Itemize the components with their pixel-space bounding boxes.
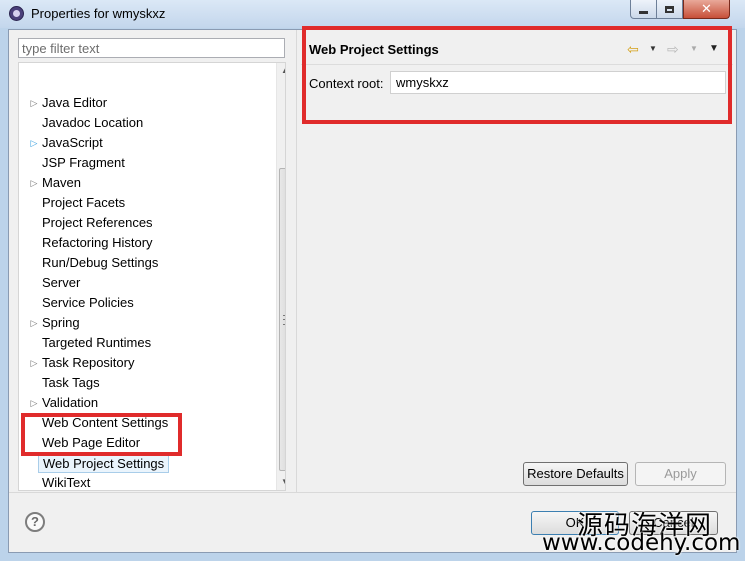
expand-arrow-icon[interactable]: ▷ (29, 353, 39, 373)
window-title: Properties for wmyskxz (31, 6, 166, 21)
scroll-thumb[interactable] (279, 168, 285, 471)
scroll-up-arrow-icon[interactable]: ▲ (277, 63, 285, 79)
help-icon[interactable]: ? (25, 512, 45, 532)
close-icon: ✕ (701, 1, 712, 16)
tree-item[interactable]: JSP Fragment (19, 153, 269, 173)
tree-item[interactable]: Service Policies (19, 293, 269, 313)
restore-defaults-button[interactable]: Restore Defaults (523, 462, 628, 486)
tree-item[interactable]: ▷ Validation (19, 393, 269, 413)
tree-item[interactable]: ▷ Java Editor (19, 93, 269, 113)
tree-item-label: Run/Debug Settings (42, 255, 159, 270)
maximize-button[interactable] (656, 0, 683, 19)
tree-item[interactable]: Javadoc Location (19, 113, 269, 133)
tree-item[interactable]: Run/Debug Settings (19, 253, 269, 273)
grip-icon (283, 315, 285, 325)
highlight-box-page (302, 26, 732, 124)
expand-arrow-icon[interactable]: ▷ (29, 173, 39, 193)
maximize-icon (665, 5, 674, 13)
minimize-button[interactable] (630, 0, 657, 19)
tree-item-label: Server (42, 275, 81, 290)
tree-item[interactable]: WikiText (19, 473, 269, 490)
tree-item-label: Task Repository (42, 355, 135, 370)
tree-item-label: Targeted Runtimes (42, 335, 152, 350)
tree-item[interactable]: Task Tags (19, 373, 269, 393)
tree-item-label: Refactoring History (42, 235, 153, 250)
close-button[interactable]: ✕ (683, 0, 730, 19)
button-bar-separator (9, 492, 736, 493)
tree-item-label: Maven (42, 175, 82, 190)
expand-arrow-icon[interactable]: ▷ (29, 93, 39, 113)
tree-item[interactable]: ▷ Maven (19, 173, 269, 193)
tree-item-label: Validation (42, 395, 99, 410)
expand-arrow-icon[interactable]: ▷ (29, 133, 39, 153)
eclipse-icon (9, 6, 24, 21)
filter-input[interactable]: type filter text (18, 38, 285, 58)
tree-item-label: Java Editor (42, 95, 108, 110)
dialog-body: type filter text ▷XDocletWikiTextWeb Pro… (8, 26, 737, 553)
tree-item-label: Web Project Settings (38, 454, 170, 473)
tree-item-label: JavaScript (42, 135, 103, 150)
scroll-down-arrow-icon[interactable]: ▼ (277, 474, 285, 490)
expand-arrow-icon[interactable]: ▷ (29, 313, 39, 333)
tree-item-label: WikiText (42, 475, 91, 490)
tree-item[interactable]: Project Facets (19, 193, 269, 213)
minimize-icon (639, 10, 648, 14)
tree-item-label: Project References (42, 215, 153, 230)
tree-scrollbar[interactable]: ▲ ▼ (276, 63, 285, 490)
tree-item[interactable]: Targeted Runtimes (19, 333, 269, 353)
pane-divider[interactable] (296, 30, 297, 492)
tree-item[interactable]: Refactoring History (19, 233, 269, 253)
tree-item[interactable]: Web Project Settings (19, 453, 269, 473)
tree-item[interactable]: Project References (19, 213, 269, 233)
highlight-box-selection (21, 413, 182, 456)
tree-item[interactable]: Server (19, 273, 269, 293)
properties-window: Properties for wmyskxz ✕ type filter tex… (0, 0, 745, 561)
title-bar[interactable]: Properties for wmyskxz ✕ (0, 0, 745, 28)
tree-item-label: Project Facets (42, 195, 126, 210)
tree-item[interactable]: ▷ Spring (19, 313, 269, 333)
tree-item-label: Javadoc Location (42, 115, 144, 130)
tree-item-label: Spring (42, 315, 80, 330)
tree-item[interactable]: ▷ JavaScript (19, 133, 269, 153)
tree-item-label: Task Tags (42, 375, 100, 390)
tree-item-label: JSP Fragment (42, 155, 125, 170)
tree-item[interactable]: ▷ Task Repository (19, 353, 269, 373)
expand-arrow-icon[interactable]: ▷ (29, 393, 39, 413)
apply-button[interactable]: Apply (635, 462, 726, 486)
watermark-line-2: www.codehy.com (542, 530, 741, 556)
tree-item-label: Service Policies (42, 295, 134, 310)
